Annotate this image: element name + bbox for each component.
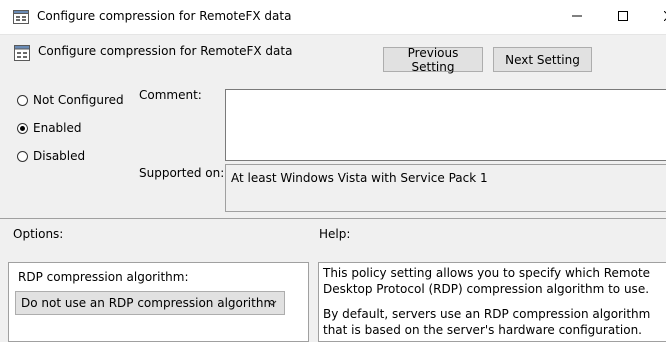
policy-setting-icon xyxy=(13,10,29,24)
radio-label: Enabled xyxy=(33,121,82,135)
comment-label: Comment: xyxy=(139,88,202,102)
policy-setting-icon xyxy=(14,45,30,61)
setting-title: Configure compression for RemoteFX data xyxy=(38,44,293,58)
title-bar: Configure compression for RemoteFX data xyxy=(0,0,666,35)
radio-circle[interactable] xyxy=(17,94,28,106)
rdp-compression-select[interactable]: Do not use an RDP compression algorithm xyxy=(15,291,285,315)
rdp-compression-label: RDP compression algorithm: xyxy=(18,270,189,284)
radio-not-configured[interactable]: Not Configured xyxy=(17,93,124,107)
radio-circle[interactable] xyxy=(17,150,28,162)
help-panel: This policy setting allows you to specif… xyxy=(318,262,666,342)
maximize-icon xyxy=(618,11,628,21)
select-value: Do not use an RDP compression algorithm xyxy=(21,296,276,310)
close-button[interactable] xyxy=(646,0,666,32)
section-divider xyxy=(0,218,666,219)
minimize-icon xyxy=(572,15,582,17)
minimize-button[interactable] xyxy=(554,0,600,32)
maximize-button[interactable] xyxy=(600,0,646,32)
radio-label: Disabled xyxy=(33,149,86,163)
radio-label: Not Configured xyxy=(33,93,124,107)
options-label: Options: xyxy=(13,227,64,241)
radio-disabled[interactable]: Disabled xyxy=(17,149,85,163)
previous-setting-button[interactable]: Previous Setting xyxy=(383,46,483,74)
help-label: Help: xyxy=(319,227,351,241)
next-setting-button[interactable]: Next Setting xyxy=(493,47,592,72)
help-paragraph: This policy setting allows you to specif… xyxy=(323,266,651,296)
options-panel: RDP compression algorithm: Do not use an… xyxy=(8,262,309,342)
radio-circle-selected[interactable] xyxy=(17,122,28,134)
supported-on-value: At least Windows Vista with Service Pack… xyxy=(225,164,666,212)
comment-textarea[interactable] xyxy=(225,89,666,161)
window-title: Configure compression for RemoteFX data xyxy=(37,9,292,23)
radio-enabled[interactable]: Enabled xyxy=(17,121,82,135)
help-paragraph: By default, servers use an RDP compressi… xyxy=(323,307,651,337)
supported-on-label: Supported on: xyxy=(139,166,225,180)
chevron-down-icon xyxy=(267,300,277,306)
